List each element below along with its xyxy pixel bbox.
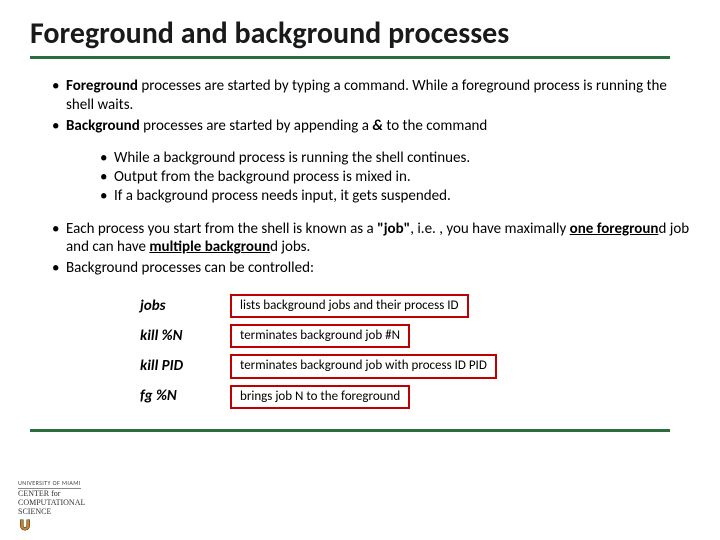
bottom-rule: [30, 429, 670, 432]
footer-institution: UNIVERSITY OF MIAMI: [18, 480, 81, 489]
cmd-name: fg %N: [140, 387, 230, 406]
job-d: one foregroun: [570, 220, 659, 238]
sub-1: While a background process is running th…: [100, 149, 690, 168]
cmd-desc: terminates background job #N: [230, 324, 410, 348]
job-c: , i.e. , you have maximally: [410, 220, 569, 238]
sub-3: If a background process needs input, it …: [100, 187, 690, 206]
bullet-bg: Background processes are started by appe…: [52, 117, 690, 136]
fg-text: processes are started by typing a comman…: [66, 77, 667, 114]
job-f: multiple backgroun: [149, 238, 270, 256]
command-table: jobs lists background jobs and their pro…: [140, 294, 690, 409]
slide-content: Foreground processes are started by typi…: [30, 77, 690, 409]
cmd-name: kill %N: [140, 327, 230, 346]
sub-bullet-list: While a background process is running th…: [30, 149, 690, 205]
bullet-list-1: Foreground processes are started by typi…: [30, 77, 690, 135]
footer: UNIVERSITY OF MIAMI CENTER for COMPUTATI…: [18, 479, 85, 534]
cmd-row: jobs lists background jobs and their pro…: [140, 294, 690, 318]
cmd-row: fg %N brings job N to the foreground: [140, 385, 690, 409]
job-g: d jobs.: [270, 238, 310, 256]
bg-text-1: processes are started by appending a: [140, 117, 373, 135]
bullet-control: Background processes can be controlled:: [52, 259, 690, 278]
ampersand: &: [372, 117, 383, 135]
bullet-fg: Foreground processes are started by typi…: [52, 77, 690, 115]
bg-text-2: to the command: [383, 117, 487, 135]
job-a: Each process you start from the shell is…: [66, 220, 377, 238]
bullet-list-2: Each process you start from the shell is…: [30, 220, 690, 278]
cmd-row: kill %N terminates background job #N: [140, 324, 690, 348]
u-logo-icon: [18, 518, 32, 532]
bg-label: Background: [66, 117, 140, 135]
cmd-row: kill PID terminates background job with …: [140, 354, 690, 378]
job-b: "job": [377, 220, 410, 238]
title-rule: [30, 56, 670, 59]
cmd-desc: brings job N to the foreground: [230, 385, 410, 409]
cmd-desc: lists background jobs and their process …: [230, 294, 469, 318]
footer-center-3: SCIENCE: [18, 507, 51, 516]
cmd-desc: terminates background job with process I…: [230, 354, 497, 378]
footer-center-2: COMPUTATIONAL: [18, 498, 85, 507]
bullet-job: Each process you start from the shell is…: [52, 220, 690, 258]
fg-label: Foreground: [66, 77, 138, 95]
sub-2: Output from the background process is mi…: [100, 168, 690, 187]
slide-title: Foreground and background processes: [30, 15, 690, 52]
cmd-name: jobs: [140, 297, 230, 316]
footer-center-1: CENTER for: [18, 489, 60, 498]
cmd-name: kill PID: [140, 357, 230, 376]
